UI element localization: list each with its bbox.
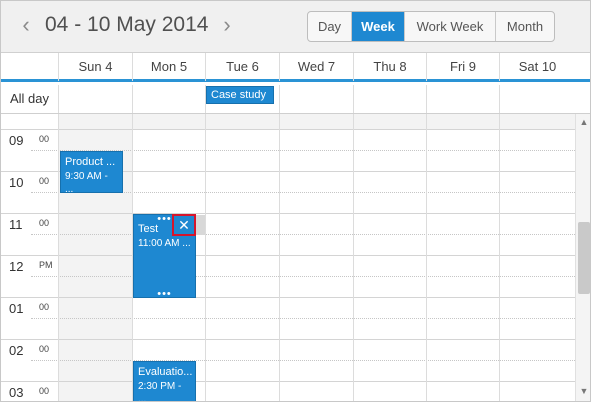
view-day-button[interactable]: Day [308,12,352,41]
all-day-cell[interactable] [279,85,353,113]
time-label-min: 00 [39,176,50,186]
time-label-min: 00 [39,218,50,228]
all-day-cell[interactable] [132,85,205,113]
day-header-fri[interactable]: Fri 9 [426,53,499,81]
event-product[interactable]: Product ... 9:30 AM - ... [60,151,123,193]
event-evaluation[interactable]: Evaluatio... 2:30 PM - ... [133,361,196,402]
column-line [353,114,354,401]
time-label-hour: 11 [9,217,23,232]
hour-line [1,381,575,382]
time-grid: 09 00 10 00 11 00 12 PM 01 00 02 00 03 0… [1,114,575,402]
day-header-mon[interactable]: Mon 5 [132,53,205,81]
column-line [499,114,500,401]
time-label-min: 00 [39,134,50,144]
day-header-sat[interactable]: Sat 10 [499,53,575,81]
day-header-tue[interactable]: Tue 6 [205,53,279,81]
resize-handle-bottom[interactable]: ••• [157,289,172,298]
all-day-cell[interactable] [499,85,575,113]
all-day-event-case-study[interactable]: Case study [206,86,274,104]
all-day-cell[interactable] [58,85,132,113]
event-time: 2:30 PM - ... [138,381,182,402]
scroll-down-icon[interactable]: ▼ [576,385,590,397]
column-line [205,114,206,401]
scroll-up-icon[interactable]: ▲ [576,116,590,128]
time-label-min: 00 [39,344,50,354]
chevron-left-icon[interactable]: ‹ [17,11,35,39]
hour-line [1,255,575,256]
time-label-hour: 02 [9,343,24,358]
chevron-right-icon[interactable]: › [218,11,236,39]
date-range-title[interactable]: 04 - 10 May 2014 [45,11,208,39]
event-selection-strip [196,215,205,235]
view-month-button[interactable]: Month [496,12,554,41]
scheduler: ‹ 04 - 10 May 2014 › Day Week Work Week … [0,0,591,402]
scheduler-toolbar: ‹ 04 - 10 May 2014 › Day Week Work Week … [1,1,590,53]
time-label-hour: 09 [9,133,24,148]
event-title: Evaluatio... [138,366,193,378]
time-label-min: PM [39,260,53,270]
day-header-row: Sun 4 Mon 5 Tue 6 Wed 7 Thu 8 Fri 9 Sat … [1,53,590,82]
column-line [279,114,280,401]
time-label-min: 00 [39,302,50,312]
day-header-sun[interactable]: Sun 4 [58,53,132,81]
hour-line [1,213,575,214]
vertical-scrollbar[interactable]: ▲ ▼ [575,114,590,401]
all-day-label: All day [10,91,50,106]
view-switcher: Day Week Work Week Month [307,11,555,42]
hour-line [1,297,575,298]
hour-line [1,339,575,340]
event-time: 11:00 AM ... [138,238,191,249]
day-header-wed[interactable]: Wed 7 [279,53,353,81]
all-day-row: All day Case study [1,85,590,114]
resize-handle-top[interactable]: ••• [157,215,172,225]
column-line [426,114,427,401]
day-header-thu[interactable]: Thu 8 [353,53,426,81]
time-label-hour: 01 [9,301,24,316]
half-hour-line [31,318,575,319]
close-icon[interactable]: ✕ [172,214,196,236]
half-hour-line [31,276,575,277]
time-label-hour: 12 [9,259,24,274]
event-time: 9:30 AM - ... [65,171,108,193]
hour-line [1,129,575,130]
time-label-hour: 03 [9,385,24,400]
time-label-hour: 10 [9,175,24,190]
column-line [58,114,59,401]
scrollbar-thumb[interactable] [578,222,590,294]
event-title: Product ... [65,156,116,168]
all-day-cell[interactable] [426,85,499,113]
view-week-button[interactable]: Week [352,12,405,41]
half-hour-line [31,234,575,235]
view-work-week-button[interactable]: Work Week [405,12,496,41]
grid-shade-top [58,114,575,129]
time-label-min: 00 [39,386,50,396]
half-hour-line [31,360,575,361]
all-day-cell[interactable] [353,85,426,113]
